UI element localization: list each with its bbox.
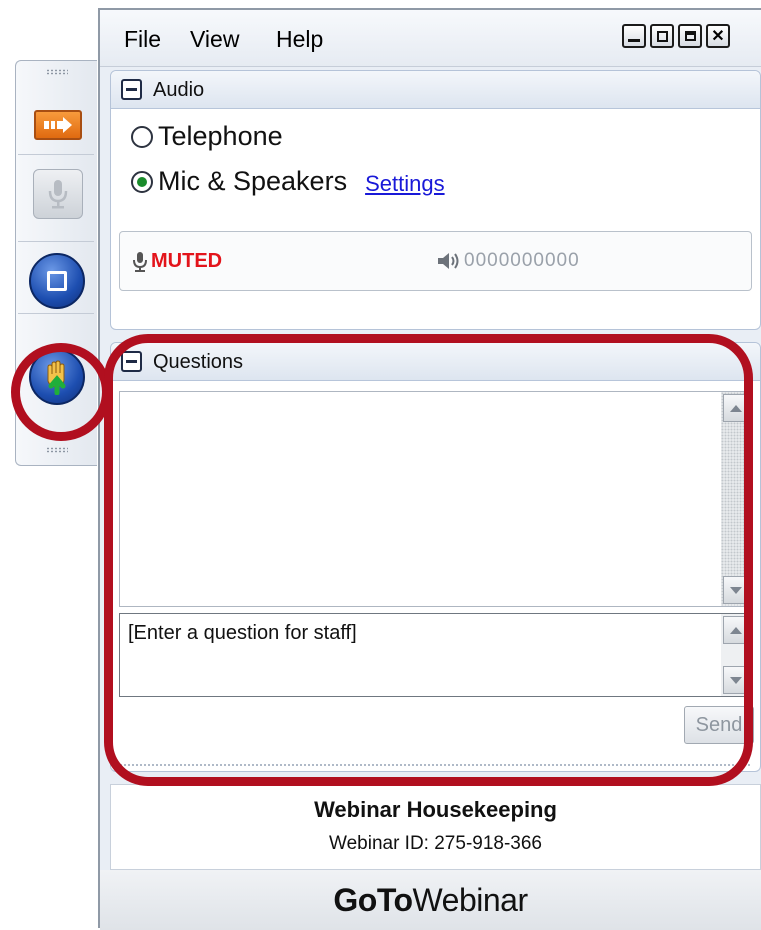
audio-panel-title: Audio [153,79,205,101]
collapse-audio-icon[interactable] [121,79,142,100]
questions-highlight [104,334,753,786]
tab-separator [18,154,94,155]
arrow-icon[interactable] [34,110,82,140]
telephone-option[interactable]: Telephone [131,121,283,152]
minimize-icon[interactable] [622,24,646,48]
mic-speakers-label: Mic & Speakers [158,166,348,196]
muted-label: MUTED [151,250,223,272]
arrow-glyph [44,117,72,133]
telephone-radio[interactable] [131,125,153,148]
microphone-small-icon [133,251,147,272]
menu-file[interactable]: File [124,26,161,53]
webinar-title: Webinar Housekeeping [314,797,557,822]
menu-view[interactable]: View [190,26,239,53]
volume-meter: 0000000000 [464,250,580,271]
telephone-label: Telephone [158,121,283,151]
gotowebinar-logo: GoToWebinar [100,882,761,919]
webinar-id: Webinar ID: 275-918-366 [329,833,542,854]
speaker-volume: 0000000000 [436,250,580,272]
speaker-icon [438,253,459,269]
screen-icon[interactable] [29,253,85,309]
tab-separator [18,313,94,314]
close-icon[interactable]: ✕ [706,24,730,48]
webinar-info: Webinar Housekeeping Webinar ID: 275-918… [110,784,761,870]
brand-bold: GoTo [333,882,413,918]
microphone-icon[interactable] [33,169,83,219]
restore-icon[interactable] [650,24,674,48]
audio-panel: Audio Telephone Mic & Speakers Settings … [110,70,761,330]
raise-hand-highlight [11,343,111,441]
screen-glyph [47,271,67,291]
grab-tab-grip-bottom[interactable] [46,447,68,453]
menu-help[interactable]: Help [276,26,323,53]
mic-speakers-option[interactable]: Mic & Speakers Settings [131,166,445,197]
mic-speakers-radio[interactable] [131,170,153,193]
settings-link[interactable]: Settings [365,171,445,197]
muted-status: MUTED [132,250,222,273]
audio-status-box: MUTED 0000000000 [119,231,752,291]
brand-light: Webinar [412,882,529,918]
audio-panel-header: Audio [111,71,760,109]
brand-footer: GoToWebinar [100,870,761,930]
tab-separator [18,241,94,242]
microphone-glyph [48,180,68,209]
grab-tab-grip-top[interactable] [46,69,68,75]
menu-bar: File View Help ✕ [100,10,761,67]
maximize-icon[interactable] [678,24,702,48]
